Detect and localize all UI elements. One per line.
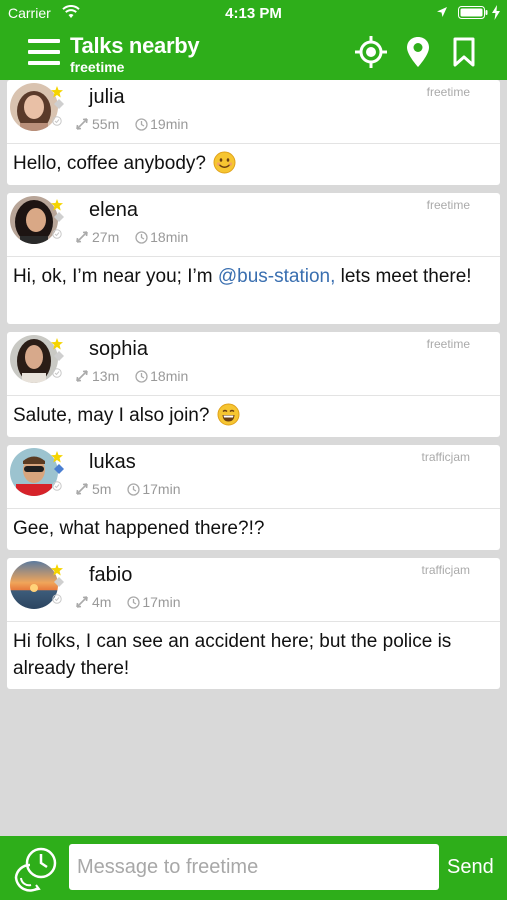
post-header: lukas 5m 17min trafficjam	[7, 445, 500, 509]
channel-tag[interactable]: trafficjam	[422, 563, 470, 577]
channel-subtitle: freetime	[70, 59, 125, 75]
message-content: Salute, may I also join?	[13, 405, 210, 426]
post-meta: 27m 18min	[75, 229, 188, 245]
star-icon	[51, 338, 63, 350]
diamond-icon	[54, 577, 64, 587]
grinning-face-emoji	[217, 403, 240, 426]
distance-arrows-icon	[76, 118, 88, 130]
message-content: Hello, coffee anybody?	[13, 153, 206, 174]
clock-icon	[135, 231, 148, 244]
post-meta: 13m 18min	[75, 368, 188, 384]
post-header: elena 27m 18min freetime	[7, 193, 500, 257]
check-circle-icon	[52, 116, 62, 126]
author-name[interactable]: lukas	[89, 451, 136, 474]
message-text: Gee, what happened there?!?	[7, 509, 500, 550]
post-meta: 4m 17min	[75, 594, 180, 610]
author-name[interactable]: elena	[89, 199, 138, 222]
distance-arrows-icon	[76, 596, 88, 608]
message-text: Hi, ok, I’m near you; I’m @bus-station, …	[7, 257, 500, 298]
diamond-icon	[54, 212, 64, 222]
distance-arrows-icon	[76, 231, 88, 243]
status-bar: Carrier 4:13 PM	[0, 0, 507, 28]
post-card-sophia[interactable]: sophia 13m 18min freetime Salute, may I …	[7, 332, 500, 437]
crosshair-icon[interactable]	[355, 36, 387, 68]
star-icon	[51, 451, 63, 463]
check-circle-icon	[52, 481, 62, 491]
post-meta: 5m 17min	[75, 481, 180, 497]
post-card-elena[interactable]: elena 27m 18min freetime Hi, ok, I’m nea…	[7, 193, 500, 324]
time-value: 17min	[142, 594, 181, 610]
page-title: Talks nearby	[70, 33, 200, 58]
post-header: julia 55m 19min freetime	[7, 80, 500, 144]
clock-icon	[127, 596, 140, 609]
message-content: Hi, ok, I’m near you; I’m	[13, 266, 218, 287]
message-content: Hi folks, I can see an accident here; bu…	[13, 631, 452, 679]
diamond-icon	[54, 464, 64, 474]
menu-icon[interactable]	[28, 38, 60, 66]
time-value: 18min	[150, 229, 189, 245]
author-name[interactable]: julia	[89, 86, 125, 109]
status-time: 4:13 PM	[225, 5, 282, 22]
channel-tag[interactable]: freetime	[427, 85, 470, 99]
time-value: 18min	[150, 368, 189, 384]
distance-arrows-icon	[76, 370, 88, 382]
message-text: Hello, coffee anybody?	[7, 144, 500, 185]
diamond-icon	[54, 351, 64, 361]
author-name[interactable]: sophia	[89, 338, 148, 361]
message-content: Gee, what happened there?!?	[13, 518, 265, 539]
post-card-fabio[interactable]: fabio 4m 17min trafficjam Hi folks, I ca…	[7, 558, 500, 689]
star-icon	[51, 86, 63, 98]
place-mention-link[interactable]: @bus-station,	[218, 266, 336, 287]
location-arrow-icon	[437, 7, 447, 17]
post-header: fabio 4m 17min trafficjam	[7, 558, 500, 622]
star-icon	[51, 564, 63, 576]
bookmark-icon[interactable]	[452, 37, 476, 67]
message-text: Salute, may I also join?	[7, 396, 500, 437]
distance-arrows-icon	[76, 483, 88, 495]
check-circle-icon	[52, 594, 62, 604]
clock-history-icon[interactable]	[12, 845, 60, 893]
clock-icon	[127, 483, 140, 496]
author-name[interactable]: fabio	[89, 564, 132, 587]
post-meta: 55m 19min	[75, 116, 188, 132]
charging-bolt-icon	[492, 5, 500, 20]
star-icon	[51, 199, 63, 211]
distance-value: 55m	[92, 116, 120, 132]
time-value: 17min	[142, 481, 181, 497]
distance-value: 4m	[92, 594, 112, 610]
message-input[interactable]	[69, 844, 439, 890]
time-value: 19min	[150, 116, 189, 132]
message-composer: Send	[0, 836, 507, 900]
message-text: Hi folks, I can see an accident here; bu…	[7, 622, 500, 690]
message-content: lets meet there!	[335, 266, 472, 287]
distance-value: 13m	[92, 368, 120, 384]
smiley-face-emoji	[213, 151, 236, 174]
channel-tag[interactable]: freetime	[427, 337, 470, 351]
diamond-icon	[54, 99, 64, 109]
check-circle-icon	[52, 368, 62, 378]
post-card-lukas[interactable]: lukas 5m 17min trafficjam Gee, what happ…	[7, 445, 500, 550]
distance-value: 5m	[92, 481, 112, 497]
check-circle-icon	[52, 229, 62, 239]
battery-icon	[458, 6, 488, 19]
send-button[interactable]: Send	[447, 856, 494, 879]
clock-icon	[135, 370, 148, 383]
distance-value: 27m	[92, 229, 120, 245]
post-card-julia[interactable]: julia 55m 19min freetime Hello, coffee a…	[7, 80, 500, 185]
app-header: Carrier 4:13 PM Talks nearby freetime	[0, 0, 507, 80]
post-header: sophia 13m 18min freetime	[7, 332, 500, 396]
channel-tag[interactable]: trafficjam	[422, 450, 470, 464]
map-pin-icon[interactable]	[404, 36, 432, 68]
clock-icon	[135, 118, 148, 131]
channel-tag[interactable]: freetime	[427, 198, 470, 212]
